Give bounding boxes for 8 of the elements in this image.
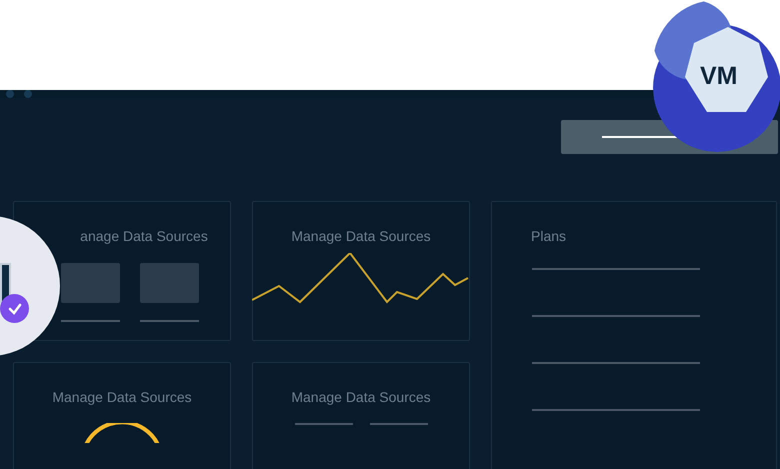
card-title: Manage Data Sources bbox=[291, 227, 431, 246]
placeholder-tile bbox=[61, 263, 120, 303]
card-title: Manage Data Sources bbox=[52, 388, 192, 407]
logo-text: VM bbox=[700, 61, 738, 92]
placeholder-tile bbox=[140, 263, 199, 303]
card-title: Plans bbox=[531, 227, 566, 246]
card-title: anage Data Sources bbox=[80, 227, 208, 246]
card-title: Manage Data Sources bbox=[291, 388, 431, 407]
